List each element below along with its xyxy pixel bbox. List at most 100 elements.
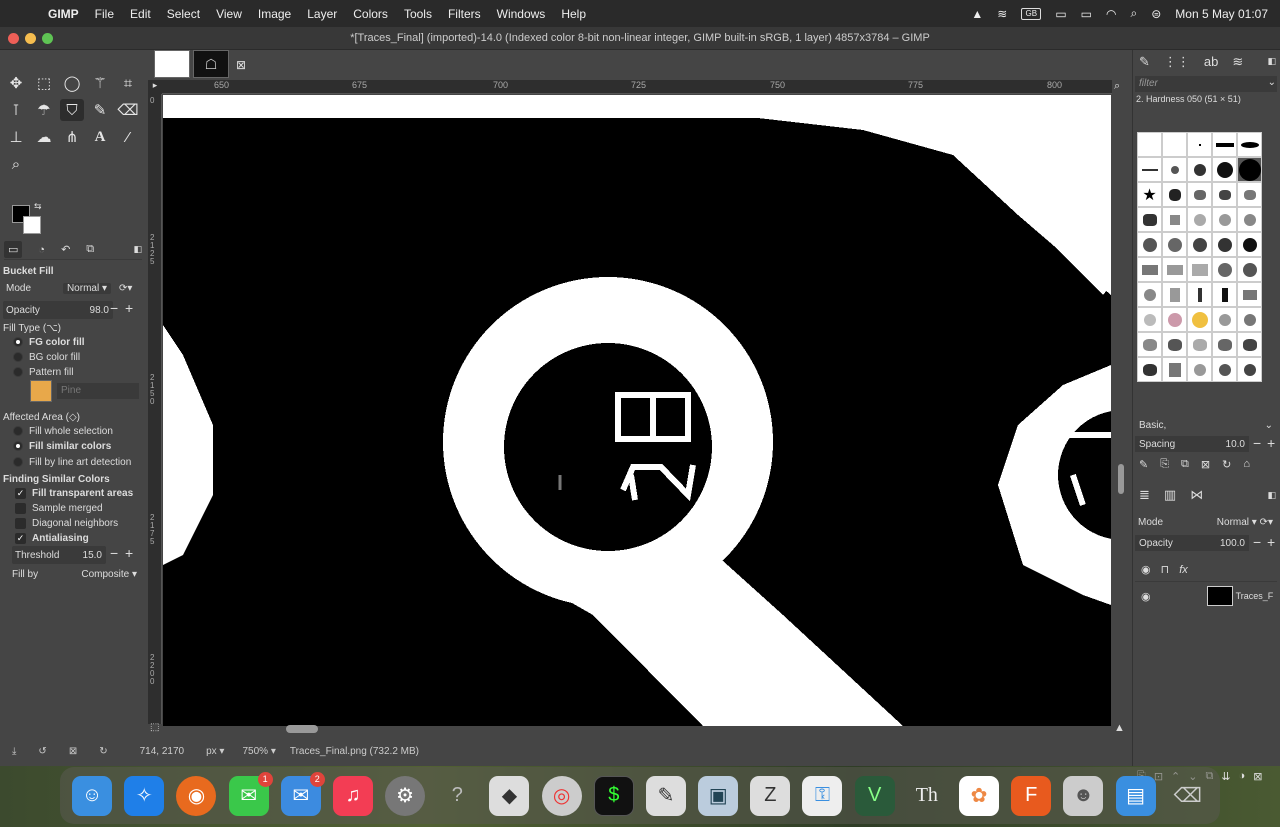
layer-row[interactable]: ◉ Traces_F: [1135, 583, 1280, 609]
brush-swatch[interactable]: ★: [1137, 182, 1162, 207]
brush-swatch[interactable]: [1237, 357, 1262, 382]
clone-tool-icon[interactable]: ⊥: [4, 126, 28, 148]
menu-edit[interactable]: Edit: [122, 7, 159, 21]
mode-dropdown[interactable]: Normal ▾: [63, 282, 111, 294]
layer-name[interactable]: Traces_F: [1236, 591, 1274, 601]
patterns-tab-icon[interactable]: ⋮⋮: [1164, 54, 1190, 70]
chrome-icon[interactable]: ◎: [541, 775, 582, 816]
brush-swatch[interactable]: [1162, 332, 1187, 357]
delete-icon[interactable]: ⊠: [69, 746, 77, 757]
eraser-tool-icon[interactable]: ⌫: [116, 99, 140, 121]
opacity-increase-button[interactable]: +: [125, 300, 133, 316]
brush-swatch[interactable]: [1187, 257, 1212, 282]
brush-swatch[interactable]: [1187, 357, 1212, 382]
brush-swatch[interactable]: [1212, 232, 1237, 257]
warp-tool-icon[interactable]: ☂: [32, 99, 56, 121]
brush-swatch[interactable]: [1212, 207, 1237, 232]
edit-brush-icon[interactable]: ✎: [1139, 458, 1148, 471]
battery-icon[interactable]: ▭: [1081, 7, 1092, 21]
brush-swatch[interactable]: [1187, 232, 1212, 257]
photos-icon[interactable]: ✿: [959, 775, 999, 816]
brush-swatch[interactable]: [1212, 132, 1237, 157]
system-settings-icon[interactable]: ⚙: [385, 775, 426, 816]
layers-tab-icon[interactable]: ≣: [1139, 487, 1150, 503]
brush-swatch[interactable]: [1212, 157, 1237, 182]
fill-similar-colors-radio[interactable]: [13, 441, 23, 451]
menu-help[interactable]: Help: [553, 7, 594, 21]
brush-swatch[interactable]: [1212, 357, 1237, 382]
firefox-icon[interactable]: ◉: [176, 775, 217, 816]
fg-fill-radio[interactable]: [13, 337, 23, 347]
brush-swatch[interactable]: [1137, 157, 1162, 182]
fx-header-icon[interactable]: fx: [1179, 564, 1188, 576]
lasso-tool-icon[interactable]: ◯: [60, 72, 84, 94]
close-window-button[interactable]: [8, 33, 19, 44]
brush-swatch[interactable]: [1187, 132, 1212, 157]
brush-swatch[interactable]: [1187, 307, 1212, 332]
image-canvas[interactable]: [163, 95, 1111, 726]
paths-tool-icon[interactable]: ⋔: [60, 126, 84, 148]
gradients-tab-icon[interactable]: ≋: [1232, 54, 1243, 70]
search-icon[interactable]: ⌕: [1130, 6, 1137, 21]
background-color-swatch[interactable]: [23, 216, 41, 234]
fonts-tab-icon[interactable]: ab: [1204, 54, 1218, 70]
ruler-corner-icon[interactable]: ▸: [148, 80, 162, 94]
clock[interactable]: Mon 5 May 01:07: [1175, 7, 1268, 21]
scrivener-icon[interactable]: ✎: [645, 775, 686, 816]
rect-select-tool-icon[interactable]: ⬚: [32, 72, 56, 94]
device-status-tab-icon[interactable]: ◔: [38, 244, 45, 256]
preview-icon[interactable]: ▣: [698, 775, 739, 816]
spacing-value[interactable]: 10.0: [1226, 439, 1245, 450]
input-source-indicator[interactable]: GB: [1021, 7, 1042, 20]
layer-opacity-value[interactable]: 100.0: [1220, 538, 1245, 549]
brush-swatch[interactable]: [1187, 157, 1212, 182]
control-center-icon[interactable]: ⊜: [1151, 7, 1161, 21]
brush-swatch[interactable]: [1237, 332, 1262, 357]
brush-swatch[interactable]: [1187, 332, 1212, 357]
brush-swatch[interactable]: [1162, 132, 1187, 157]
move-tool-icon[interactable]: ✥: [4, 72, 28, 94]
spacing-decrease-button[interactable]: −: [1253, 435, 1261, 451]
visibility-header-icon[interactable]: ◉: [1141, 563, 1151, 576]
paths-tab-icon[interactable]: ⋈: [1190, 487, 1203, 503]
keychain-icon[interactable]: ⚿: [802, 775, 843, 816]
terminal-icon[interactable]: $: [593, 775, 634, 816]
quick-mask-icon[interactable]: ⬚: [150, 722, 159, 733]
threshold-value[interactable]: 15.0: [83, 550, 102, 561]
mode-reset-icon[interactable]: ⟳▾: [119, 283, 141, 294]
brush-swatch[interactable]: [1237, 157, 1262, 182]
menu-select[interactable]: Select: [159, 7, 208, 21]
brushes-tab-icon[interactable]: ✎: [1139, 54, 1150, 70]
zoom-dropdown[interactable]: 750% ▾: [242, 746, 275, 757]
threshold-increase-button[interactable]: +: [125, 545, 133, 561]
pattern-swatch[interactable]: [30, 380, 52, 402]
channels-tab-icon[interactable]: ▥: [1164, 487, 1176, 503]
lock-header-icon[interactable]: ⊓: [1161, 563, 1170, 576]
layer-opacity-field[interactable]: Opacity 100.0: [1135, 535, 1249, 551]
spacing-increase-button[interactable]: +: [1267, 435, 1275, 451]
brush-preset-dropdown[interactable]: Basic, ⌄: [1135, 417, 1277, 433]
mail-icon[interactable]: ✉ 2: [280, 771, 325, 816]
pattern-name-field[interactable]: Pine: [57, 383, 139, 399]
typora-icon[interactable]: Th: [907, 776, 947, 816]
menu-colors[interactable]: Colors: [345, 7, 396, 21]
fusion-icon[interactable]: F: [1011, 775, 1052, 816]
trash-icon[interactable]: ⌫: [1168, 776, 1208, 816]
brush-swatch[interactable]: [1137, 357, 1162, 382]
diagonal-neighbors-checkbox[interactable]: [15, 517, 26, 529]
new-brush-icon[interactable]: ⎘: [1160, 458, 1169, 471]
layers-configure-icon[interactable]: ◧: [1267, 490, 1276, 501]
menu-app-name[interactable]: GIMP: [40, 7, 87, 21]
brush-swatch[interactable]: [1237, 307, 1262, 332]
brush-swatch[interactable]: [1237, 257, 1262, 282]
brush-swatch[interactable]: [1237, 282, 1262, 307]
car-icon[interactable]: ▭: [1055, 7, 1066, 21]
menu-view[interactable]: View: [208, 7, 250, 21]
brush-swatch[interactable]: [1162, 157, 1187, 182]
brush-swatch[interactable]: [1137, 207, 1162, 232]
brush-swatch[interactable]: [1162, 207, 1187, 232]
undo-history-tab-icon[interactable]: ↶: [61, 243, 70, 256]
zoom-window-button[interactable]: [42, 33, 53, 44]
brush-swatch[interactable]: [1187, 182, 1212, 207]
spacing-field[interactable]: Spacing 10.0: [1135, 436, 1249, 452]
